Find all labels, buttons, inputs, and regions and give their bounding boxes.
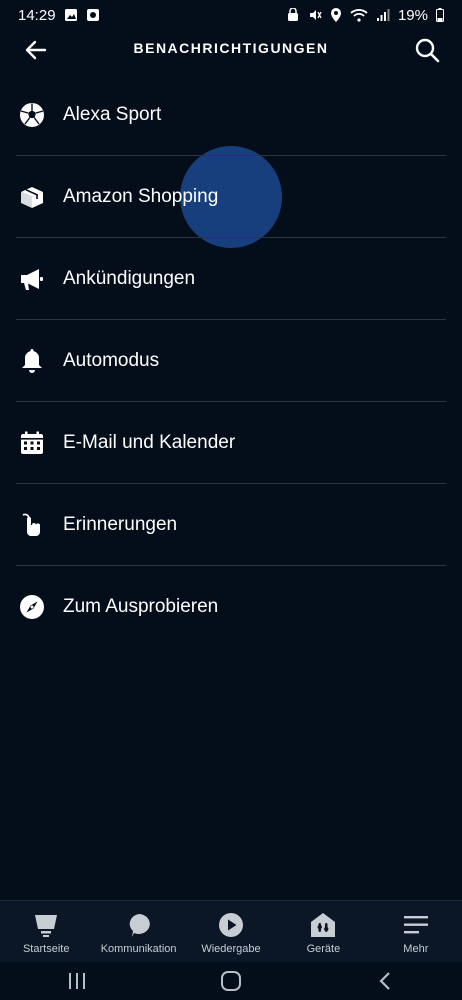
tap-hand-icon [18, 511, 46, 539]
bottom-nav: Startseite Kommunikation Wiedergabe Gerä… [0, 900, 462, 963]
status-right: 19% [286, 7, 444, 24]
list-item-label: Zum Ausprobieren [63, 596, 219, 617]
gallery-notification-icon [64, 8, 78, 22]
nav-label: Geräte [306, 943, 341, 955]
app-notification-icon [86, 8, 100, 22]
search-button[interactable] [412, 35, 442, 65]
bell-icon [18, 347, 46, 375]
signal-icon [376, 8, 390, 22]
status-time: 14:29 [18, 6, 56, 24]
location-icon [330, 8, 342, 22]
calendar-icon [18, 429, 46, 457]
alarm-lock-icon [286, 8, 300, 22]
battery-percent: 19% [397, 6, 428, 24]
list-item-zum-ausprobieren[interactable]: Zum Ausprobieren [0, 566, 462, 648]
list-item-erinnerungen[interactable]: Erinnerungen [0, 484, 462, 566]
battery-icon [436, 8, 444, 22]
list-item-label: E-Mail und Kalender [63, 432, 236, 453]
wifi-icon [350, 8, 368, 22]
list-item-automodus[interactable]: Automodus [0, 320, 462, 402]
notification-category-list: Alexa Sport Amazon Shopping Ankündigunge… [0, 74, 462, 648]
devices-icon [309, 911, 337, 939]
chevron-left-icon [379, 972, 390, 990]
list-item-label: Amazon Shopping [63, 186, 219, 207]
list-item-label: Automodus [63, 350, 160, 371]
list-item-alexa-sport[interactable]: Alexa Sport [0, 74, 462, 156]
chat-bubble-icon [125, 911, 153, 939]
nav-label: Wiedergabe [201, 943, 261, 955]
nav-label: Kommunikation [100, 943, 177, 955]
nav-label: Startseite [22, 943, 70, 955]
play-icon [217, 911, 245, 939]
list-item-label: Erinnerungen [63, 514, 178, 535]
list-item-label: Alexa Sport [63, 104, 162, 125]
nav-mehr[interactable]: Mehr [370, 901, 462, 963]
status-left: 14:29 [18, 7, 100, 24]
nav-geraete[interactable]: Geräte [277, 901, 369, 963]
home-circle-icon [221, 971, 241, 991]
menu-icon [402, 911, 430, 939]
home-button[interactable] [211, 966, 251, 996]
soccer-ball-icon [18, 101, 46, 129]
recent-apps-icon [69, 973, 85, 989]
app-bar: BENACHRICHTIGUNGEN [0, 30, 462, 70]
mute-icon [308, 8, 322, 22]
recent-apps-button[interactable] [57, 966, 97, 996]
compass-icon [18, 593, 46, 621]
page-title: BENACHRICHTIGUNGEN [133, 40, 329, 56]
nav-startseite[interactable]: Startseite [0, 901, 92, 963]
list-item-email-kalender[interactable]: E-Mail und Kalender [0, 402, 462, 484]
megaphone-icon [18, 265, 46, 293]
package-icon [18, 183, 46, 211]
nav-wiedergabe[interactable]: Wiedergabe [185, 901, 277, 963]
list-item-ankuendigungen[interactable]: Ankündigungen [0, 238, 462, 320]
system-back-button[interactable] [365, 966, 405, 996]
list-item-amazon-shopping[interactable]: Amazon Shopping [0, 156, 462, 238]
list-item-label: Ankündigungen [63, 268, 196, 289]
home-icon [32, 911, 60, 939]
system-nav-bar [0, 962, 462, 1000]
nav-kommunikation[interactable]: Kommunikation [92, 901, 184, 963]
status-bar: 14:29 19% [0, 0, 462, 30]
search-icon [415, 38, 440, 63]
nav-label: Mehr [403, 943, 429, 955]
